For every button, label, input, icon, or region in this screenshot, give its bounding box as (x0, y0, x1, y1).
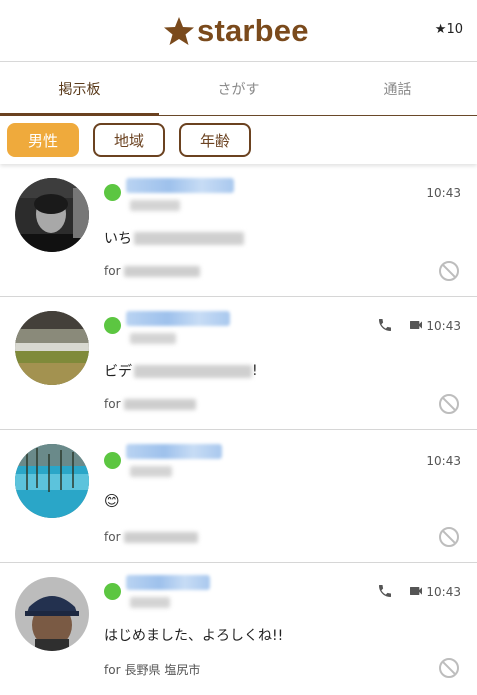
tab-bulletin-board[interactable]: 掲示板 (0, 62, 159, 116)
tab-search[interactable]: さがす (159, 62, 318, 115)
user-meta-blurred (130, 466, 172, 477)
call-availability (377, 583, 425, 599)
phone-icon[interactable] (377, 317, 393, 333)
avatar[interactable] (15, 444, 89, 518)
for-label: for (104, 264, 121, 278)
phone-icon[interactable] (377, 583, 393, 599)
post-message: ビデ ! (104, 361, 258, 381)
message-text: いち (104, 231, 132, 247)
call-availability (377, 317, 425, 333)
star-points-counter[interactable]: ★10 (435, 22, 463, 37)
app-header: starbee ★10 (0, 0, 477, 62)
post-row[interactable]: 10:43 いち for (0, 164, 477, 297)
user-meta-blurred (130, 597, 170, 608)
region-blurred (123, 531, 198, 543)
video-camera-icon[interactable] (407, 317, 425, 333)
avatar[interactable] (15, 178, 89, 252)
post-row[interactable]: 10:43 ビデ ! for (0, 297, 477, 430)
post-row[interactable]: 10:43 はじめました、よろしくね!! for 長野県 塩尻市 (0, 563, 477, 695)
for-label: for (104, 397, 121, 411)
online-status-indicator (104, 583, 121, 600)
username-blurred[interactable] (126, 311, 230, 326)
post-target-region: for (104, 397, 196, 411)
username-blurred[interactable] (126, 444, 222, 459)
post-time: 10:43 (426, 585, 461, 599)
logo-text: starbee (197, 13, 309, 48)
post-time: 10:43 (426, 319, 461, 333)
star-logo-icon (164, 17, 194, 45)
filter-bar: 男性 地域 年齢 (0, 116, 477, 164)
filter-gender-chip[interactable]: 男性 (7, 123, 79, 157)
online-status-indicator (104, 317, 121, 334)
for-label: for (104, 662, 121, 677)
main-tabs: 掲示板 さがす 通話 (0, 62, 477, 116)
message-blurred (134, 231, 244, 245)
online-status-indicator (104, 184, 121, 201)
username-blurred[interactable] (126, 575, 210, 590)
post-message: はじめました、よろしくね!! (104, 625, 283, 645)
avatar[interactable] (15, 577, 89, 651)
tab-calls[interactable]: 通話 (318, 62, 477, 115)
region-blurred (123, 398, 196, 410)
block-icon[interactable] (438, 260, 460, 282)
for-label: for (104, 530, 121, 544)
post-row[interactable]: 10:43 😊 for (0, 430, 477, 563)
online-status-indicator (104, 452, 121, 469)
starbee-logo[interactable]: starbee (163, 12, 309, 50)
block-icon[interactable] (438, 657, 460, 679)
post-message: いち (104, 228, 244, 248)
message-suffix: ! (252, 363, 258, 379)
user-meta-blurred (130, 200, 180, 211)
block-icon[interactable] (438, 526, 460, 548)
region-text: 長野県 塩尻市 (124, 663, 201, 677)
message-text: 😊 (104, 492, 120, 510)
user-meta-blurred (130, 333, 176, 344)
post-time: 10:43 (426, 454, 461, 468)
post-list: 10:43 いち for 10:43 ビデ ! for 10:43 😊 for … (0, 164, 477, 695)
message-text: はじめました、よろしくね!! (104, 628, 284, 644)
message-text: ビデ (104, 364, 132, 380)
filter-region-chip[interactable]: 地域 (93, 123, 165, 157)
block-icon[interactable] (438, 393, 460, 415)
username-blurred[interactable] (126, 178, 234, 193)
filter-age-chip[interactable]: 年齢 (179, 123, 251, 157)
post-target-region: for 長野県 塩尻市 (104, 661, 200, 678)
post-target-region: for (104, 264, 200, 278)
region-blurred (123, 265, 200, 277)
avatar[interactable] (15, 311, 89, 385)
post-time: 10:43 (426, 186, 461, 200)
video-camera-icon[interactable] (407, 583, 425, 599)
post-target-region: for (104, 530, 198, 544)
message-blurred (134, 364, 252, 378)
post-message: 😊 (104, 492, 120, 510)
